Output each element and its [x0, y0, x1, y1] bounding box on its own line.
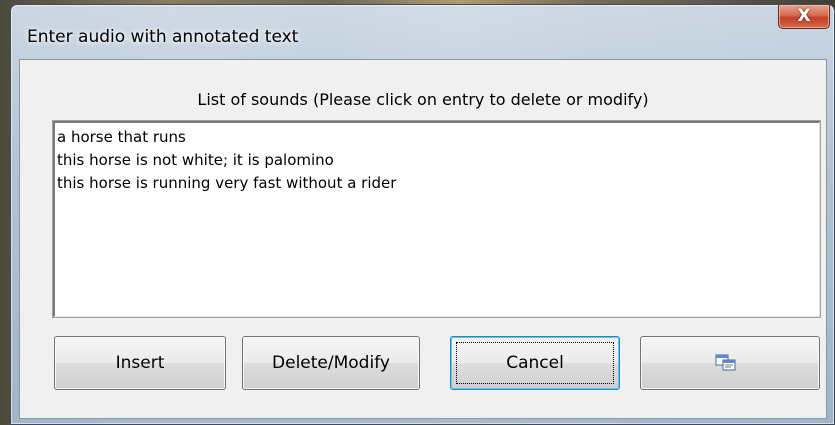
copy-windows-icon [715, 354, 737, 372]
cancel-button[interactable]: Cancel [450, 336, 620, 390]
title-bar[interactable]: Enter audio with annotated text X [11, 5, 834, 59]
dialog-client-area: List of sounds (Please click on entry to… [19, 59, 827, 419]
list-item[interactable]: this horse is running very fast without … [55, 172, 819, 195]
copy-button[interactable] [640, 336, 820, 390]
cancel-label: Cancel [506, 353, 564, 373]
list-item[interactable]: this horse is not white; it is palomino [55, 149, 819, 172]
sounds-listbox[interactable]: a horse that runs this horse is not whit… [52, 120, 821, 318]
list-item[interactable]: a horse that runs [55, 126, 819, 149]
close-button[interactable]: X [778, 5, 830, 29]
delete-modify-button[interactable]: Delete/Modify [242, 336, 420, 390]
insert-button[interactable]: Insert [54, 336, 226, 390]
close-icon: X [797, 6, 811, 26]
list-caption: List of sounds (Please click on entry to… [197, 90, 649, 109]
window-title: Enter audio with annotated text [27, 27, 299, 47]
dialog-window: Enter audio with annotated text X List o… [10, 4, 835, 425]
